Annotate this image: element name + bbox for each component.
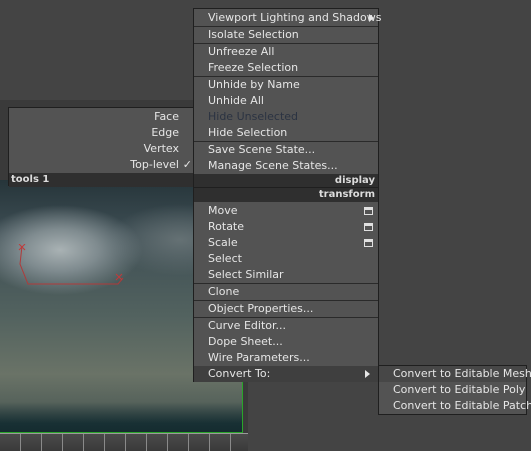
menu-item-scale[interactable]: Scale	[194, 235, 378, 251]
settings-dialog-icon[interactable]	[364, 239, 373, 247]
menu-item-viewport-lighting-shadows[interactable]: Viewport Lighting and Shadows	[194, 10, 382, 26]
menu-item-label: Wire Parameters...	[208, 351, 310, 364]
menu-item-label: Rotate	[208, 220, 245, 233]
menu-item-label: Move	[208, 204, 238, 217]
settings-dialog-icon[interactable]	[364, 223, 373, 231]
menu-item-convert-to[interactable]: Convert To:	[194, 366, 378, 382]
menu-item-label: Convert to Editable Poly	[393, 383, 526, 396]
tools1-item-face[interactable]: Face	[9, 109, 194, 125]
menu-item-label: Hide Unselected	[208, 110, 299, 123]
transform-header-label: transform	[318, 189, 375, 200]
menu-item-label: Convert to Editable Mesh	[393, 367, 531, 380]
menu-item-select[interactable]: Select	[194, 251, 378, 267]
menu-item-rotate[interactable]: Rotate	[194, 219, 378, 235]
tools1-header: tools 1	[9, 173, 194, 187]
transform-quad: transform Move Rotate Scale Select Selec…	[193, 187, 379, 382]
menu-item-convert-editable-poly[interactable]: Convert to Editable Poly	[379, 382, 526, 398]
tools1-item-edge[interactable]: Edge	[9, 125, 194, 141]
menu-item-convert-editable-patch[interactable]: Convert to Editable Patch	[379, 398, 531, 414]
menu-item-dope-sheet[interactable]: Dope Sheet...	[194, 334, 378, 350]
menu-item-label: Select Similar	[208, 268, 284, 281]
tools1-item-label: Face	[154, 110, 179, 123]
menu-item-freeze-selection[interactable]: Freeze Selection	[194, 60, 378, 76]
menu-item-object-properties[interactable]: Object Properties...	[194, 301, 378, 317]
menu-item-label: Object Properties...	[208, 302, 314, 315]
spline-path	[18, 244, 124, 285]
tools1-item-label: Vertex	[143, 142, 179, 155]
menu-item-unhide-all[interactable]: Unhide All	[194, 93, 378, 109]
menu-item-unfreeze-all[interactable]: Unfreeze All	[194, 44, 378, 60]
menu-item-label: Unfreeze All	[208, 45, 275, 58]
menu-item-label: Curve Editor...	[208, 319, 286, 332]
tools1-quad: Face Edge Vertex Top-level ✓ tools 1	[8, 107, 195, 187]
tools1-header-label: tools 1	[11, 174, 50, 185]
tools1-item-label: Top-level	[130, 158, 179, 171]
menu-item-label: Freeze Selection	[208, 61, 299, 74]
tools1-item-top-level[interactable]: Top-level ✓	[9, 157, 194, 173]
menu-item-label: Hide Selection	[208, 126, 288, 139]
menu-item-curve-editor[interactable]: Curve Editor...	[194, 318, 378, 334]
menu-item-label: Manage Scene States...	[208, 159, 338, 172]
menu-item-label: Isolate Selection	[208, 28, 299, 41]
menu-item-label: Scale	[208, 236, 238, 249]
display-header: display	[194, 174, 378, 188]
tools1-item-vertex[interactable]: Vertex	[9, 141, 194, 157]
submenu-arrow-icon	[369, 14, 374, 22]
menu-item-hide-unselected: Hide Unselected	[194, 109, 378, 125]
menu-item-label: Select	[208, 252, 242, 265]
settings-dialog-icon[interactable]	[364, 207, 373, 215]
grid-floor	[0, 433, 248, 451]
menu-item-unhide-by-name[interactable]: Unhide by Name	[194, 77, 378, 93]
convert-to-submenu: Convert to Editable Mesh Convert to Edit…	[378, 365, 531, 415]
menu-item-label: Convert To:	[208, 367, 271, 380]
menu-item-isolate-selection[interactable]: Isolate Selection	[194, 27, 378, 43]
menu-item-wire-parameters[interactable]: Wire Parameters...	[194, 350, 378, 366]
submenu-arrow-icon	[365, 370, 370, 378]
tools1-item-label: Edge	[151, 126, 179, 139]
menu-item-move[interactable]: Move	[194, 203, 378, 219]
menu-item-clone[interactable]: Clone	[194, 284, 378, 300]
menu-item-label: Unhide All	[208, 94, 264, 107]
menu-item-label: Dope Sheet...	[208, 335, 283, 348]
menu-item-label: Clone	[208, 285, 240, 298]
menu-item-label: Viewport Lighting and Shadows	[208, 11, 382, 24]
menu-item-label: Unhide by Name	[208, 78, 300, 91]
menu-item-select-similar[interactable]: Select Similar	[194, 267, 378, 283]
menu-item-save-scene-state[interactable]: Save Scene State...	[194, 142, 378, 158]
menu-item-label: Convert to Editable Patch	[393, 399, 531, 412]
transform-header: transform	[194, 188, 378, 202]
menu-item-hide-selection[interactable]: Hide Selection	[194, 125, 378, 141]
checkmark-icon: ✓	[182, 158, 192, 171]
menu-item-manage-scene-states[interactable]: Manage Scene States...	[194, 158, 378, 174]
display-quad: Viewport Lighting and Shadows Isolate Se…	[193, 8, 382, 201]
menu-item-convert-editable-mesh[interactable]: Convert to Editable Mesh	[379, 366, 531, 382]
display-header-label: display	[334, 175, 375, 186]
menu-item-label: Save Scene State...	[208, 143, 316, 156]
